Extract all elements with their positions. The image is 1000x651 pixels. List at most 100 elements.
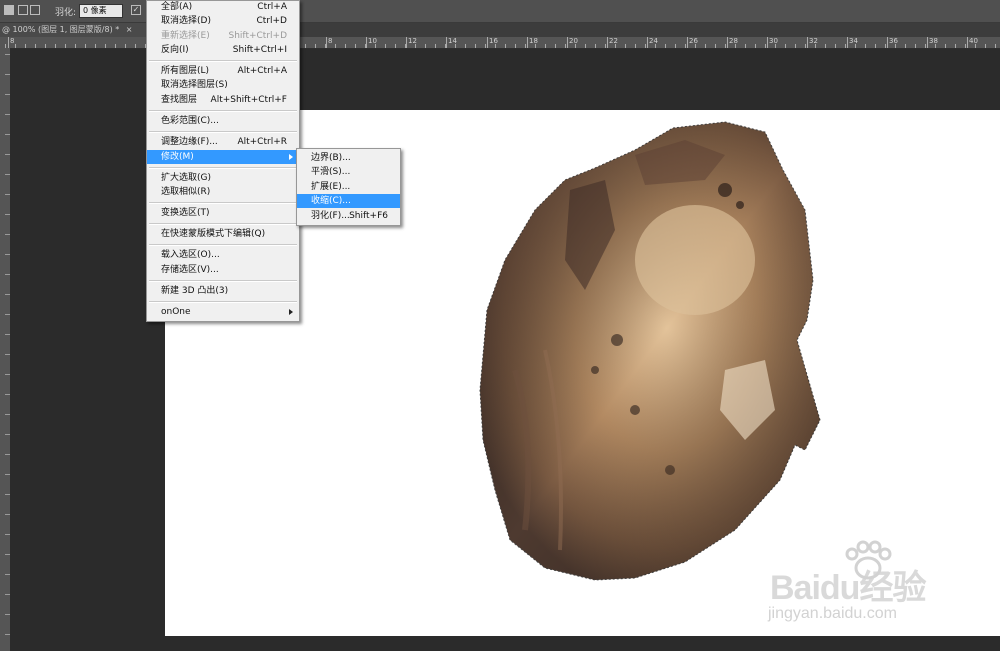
menu-item[interactable]: 边界(B)... — [297, 151, 400, 165]
ruler-tick — [887, 37, 888, 48]
feather-input[interactable]: 0 像素 — [79, 4, 123, 18]
ruler-minor-tick — [455, 44, 456, 48]
ruler-label: 8 — [10, 37, 15, 45]
menu-item[interactable]: 收缩(C)... — [297, 194, 400, 208]
ruler-minor-tick — [705, 44, 706, 48]
ruler-minor-tick — [5, 394, 10, 395]
menu-item[interactable]: 所有图层(L) Alt+Ctrl+A — [147, 64, 299, 78]
ruler-minor-tick — [895, 44, 896, 48]
menu-item[interactable]: 新建 3D 凸出(3) — [147, 284, 299, 298]
ruler-minor-tick — [785, 44, 786, 48]
anti-alias-checkbox[interactable]: ✓ — [131, 5, 141, 15]
ruler-minor-tick — [35, 44, 36, 48]
ruler-minor-tick — [5, 254, 10, 255]
new-selection-icon[interactable] — [4, 5, 14, 15]
menu-separator — [149, 131, 297, 133]
menu-separator — [149, 280, 297, 282]
ruler-tick — [767, 37, 768, 48]
ruler-minor-tick — [5, 114, 10, 115]
menu-item[interactable]: 修改(M) — [147, 150, 299, 164]
ruler-minor-tick — [5, 414, 10, 415]
ruler-minor-tick — [935, 44, 936, 48]
menu-item[interactable]: 调整边缘(F)... Alt+Ctrl+R — [147, 135, 299, 149]
menu-item-label: 边界(B)... — [311, 153, 351, 163]
menu-item-shortcut: Shift+F6 — [349, 211, 388, 221]
ruler-minor-tick — [355, 44, 356, 48]
close-tab-icon[interactable]: × — [126, 25, 133, 34]
ruler-minor-tick — [535, 44, 536, 48]
ruler-minor-tick — [5, 594, 10, 595]
add-to-selection-icon[interactable] — [18, 5, 28, 15]
menu-item[interactable]: 取消选择(D) Ctrl+D — [147, 14, 299, 28]
baidu-watermark: Baidu经验 jingyan.baidu.com — [760, 540, 995, 635]
ruler-tick — [406, 37, 407, 48]
ruler-minor-tick — [5, 94, 10, 95]
menu-item[interactable]: 扩大选取(G) — [147, 171, 299, 185]
menu-item[interactable]: 查找图层 Alt+Shift+Ctrl+F — [147, 93, 299, 107]
ruler-minor-tick — [525, 44, 526, 48]
menu-item[interactable]: 在快速蒙版模式下编辑(Q) — [147, 227, 299, 241]
menu-item-shortcut: Shift+Ctrl+D — [228, 31, 287, 41]
ruler-minor-tick — [105, 44, 106, 48]
menu-separator — [149, 301, 297, 303]
ruler-minor-tick — [5, 634, 10, 635]
ruler-tick — [567, 37, 568, 48]
menu-item-label: 反向(I) — [161, 45, 189, 55]
ruler-tick — [847, 37, 848, 48]
ruler-minor-tick — [55, 44, 56, 48]
menu-item-label: 调整边缘(F)... — [161, 137, 218, 147]
ruler-tick — [527, 37, 528, 48]
ruler-minor-tick — [5, 294, 10, 295]
modify-submenu: 边界(B)... 平滑(S)... 扩展(E)... 收缩(C)... 羽化(F)...… — [296, 148, 401, 226]
menu-item-label: 收缩(C)... — [311, 196, 351, 206]
ruler-minor-tick — [465, 44, 466, 48]
menu-item[interactable]: 扩展(E)... — [297, 180, 400, 194]
ruler-label: 26 — [689, 37, 698, 45]
menu-item[interactable]: 存储选区(V)... — [147, 263, 299, 277]
select-menu: 全部(A) Ctrl+A 取消选择(D) Ctrl+D 重新选择(E) Shift+Ctr… — [146, 0, 300, 322]
ruler-minor-tick — [115, 44, 116, 48]
menu-item-shortcut: Alt+Ctrl+R — [237, 137, 287, 147]
menu-separator — [149, 244, 297, 246]
ruler-minor-tick — [5, 574, 10, 575]
menu-item-label: 变换选区(T) — [161, 208, 210, 218]
menu-item-label: 修改(M) — [161, 152, 194, 162]
menu-item[interactable]: 反向(I) Shift+Ctrl+I — [147, 43, 299, 57]
menu-item[interactable]: 变换选区(T) — [147, 206, 299, 220]
ruler-minor-tick — [15, 44, 16, 48]
ruler-minor-tick — [5, 314, 10, 315]
menu-item[interactable]: 取消选择图层(S) — [147, 78, 299, 92]
menu-item-label: 取消选择(D) — [161, 16, 211, 26]
ruler-minor-tick — [5, 614, 10, 615]
ruler-minor-tick — [435, 44, 436, 48]
intersect-selection-icon[interactable] — [30, 5, 40, 15]
ruler-minor-tick — [615, 44, 616, 48]
ruler-minor-tick — [5, 434, 10, 435]
ruler-minor-tick — [95, 44, 96, 48]
menu-item-label: 选取相似(R) — [161, 187, 211, 197]
menu-item[interactable]: 选取相似(R) — [147, 185, 299, 199]
document-tab[interactable]: @ 100% (图层 1, 图层蒙版/8) * × — [0, 23, 146, 37]
ruler-minor-tick — [345, 44, 346, 48]
ruler-minor-tick — [695, 44, 696, 48]
menu-item[interactable]: onOne — [147, 305, 299, 319]
menu-item[interactable]: 全部(A) Ctrl+A — [147, 0, 299, 14]
menu-item[interactable]: 羽化(F)... Shift+F6 — [297, 209, 400, 223]
menu-item[interactable]: 平滑(S)... — [297, 165, 400, 179]
ruler-minor-tick — [825, 44, 826, 48]
ruler-minor-tick — [575, 44, 576, 48]
ruler-tick — [487, 37, 488, 48]
ruler-label: 22 — [609, 37, 618, 45]
menu-item[interactable]: 色彩范围(C)... — [147, 114, 299, 128]
ruler-minor-tick — [5, 174, 10, 175]
ruler-minor-tick — [45, 44, 46, 48]
menu-item-label: 色彩范围(C)... — [161, 116, 219, 126]
ruler-minor-tick — [365, 44, 366, 48]
menu-item-label: 全部(A) — [161, 2, 193, 12]
menu-item-shortcut: Shift+Ctrl+I — [232, 45, 287, 55]
ruler-minor-tick — [815, 44, 816, 48]
ruler-minor-tick — [965, 44, 966, 48]
menu-item[interactable]: 载入选区(O)... — [147, 248, 299, 262]
menu-item-label: 所有图层(L) — [161, 66, 210, 76]
menu-item-label: 羽化(F)... — [311, 211, 350, 221]
